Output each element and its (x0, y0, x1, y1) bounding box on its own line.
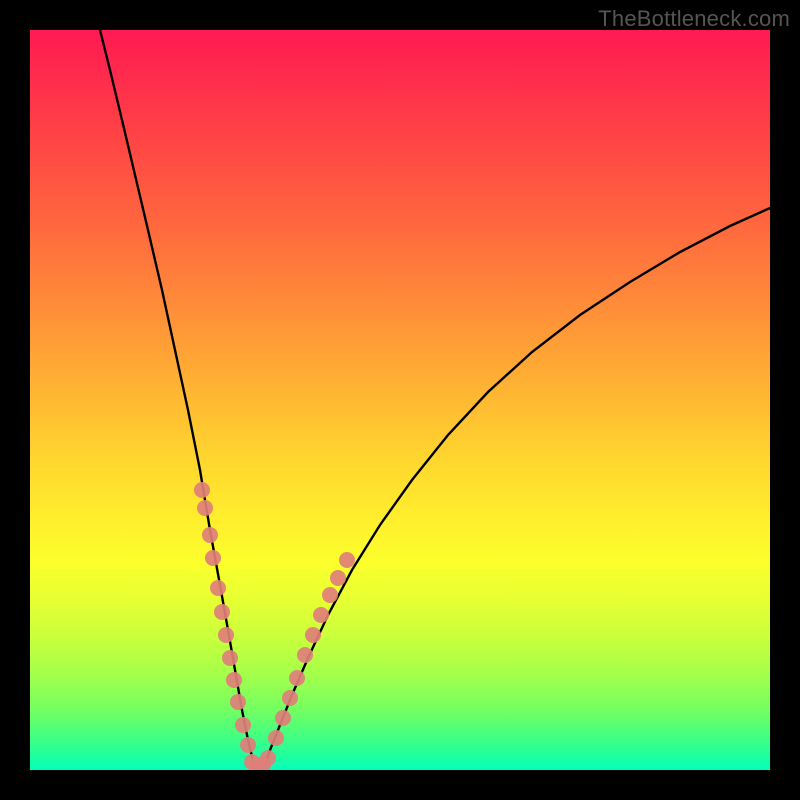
data-point-marker (313, 607, 329, 623)
data-point-marker (197, 500, 213, 516)
data-point-marker (205, 550, 221, 566)
data-point-marker (240, 737, 256, 753)
data-point-marker (230, 694, 246, 710)
data-point-marker (260, 750, 276, 766)
data-point-marker (339, 552, 355, 568)
data-point-marker (210, 580, 226, 596)
data-point-marker (275, 710, 291, 726)
curve-right-branch (265, 208, 770, 765)
data-point-markers (194, 482, 355, 770)
data-point-marker (305, 627, 321, 643)
chart-frame: TheBottleneck.com (0, 0, 800, 800)
data-point-marker (268, 730, 284, 746)
data-point-marker (222, 650, 238, 666)
bottleneck-curve (30, 30, 770, 770)
plot-area (30, 30, 770, 770)
data-point-marker (235, 717, 251, 733)
data-point-marker (214, 604, 230, 620)
watermark-text: TheBottleneck.com (598, 6, 790, 32)
data-point-marker (289, 670, 305, 686)
data-point-marker (218, 627, 234, 643)
data-point-marker (202, 527, 218, 543)
data-point-marker (282, 690, 298, 706)
data-point-marker (297, 647, 313, 663)
data-point-marker (330, 570, 346, 586)
data-point-marker (322, 587, 338, 603)
data-point-marker (194, 482, 210, 498)
data-point-marker (226, 672, 242, 688)
